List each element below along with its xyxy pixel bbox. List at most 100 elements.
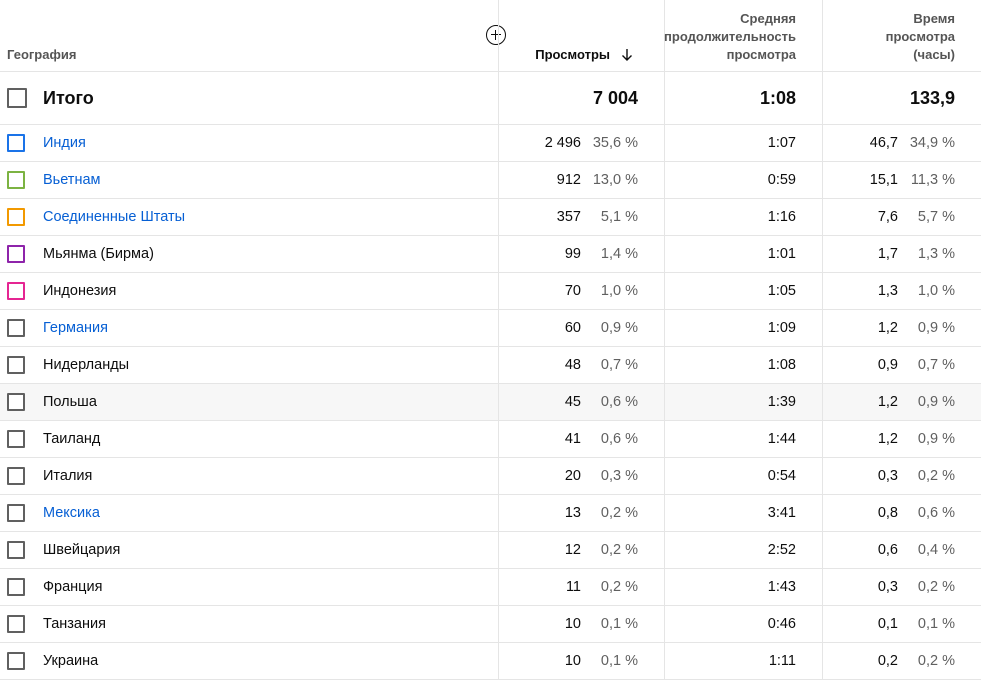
table-row[interactable]: Мексика 13 0,2 % 3:41 0,8 0,6 % (0, 495, 981, 532)
views-value: 357 (556, 209, 581, 225)
watch-time-cell: 0,3 0,2 % (822, 569, 981, 605)
geography-table: География Просмотры Средняя продолжитель… (0, 0, 981, 680)
country-name[interactable]: Вьетнам (43, 172, 101, 188)
views-value: 13 (564, 505, 581, 521)
country-name: Польша (43, 394, 97, 410)
views-value: 2 496 (544, 135, 581, 151)
watch-time-value: 46,7 (869, 135, 898, 151)
row-checkbox[interactable] (7, 430, 25, 448)
row-checkbox[interactable] (7, 356, 25, 374)
avg-duration-value: 1:43 (767, 579, 796, 595)
geo-cell: Германия (0, 310, 498, 346)
views-percent: 1,0 % (600, 283, 638, 299)
views-cell: 11 0,2 % (498, 569, 664, 605)
table-header: География Просмотры Средняя продолжитель… (0, 0, 981, 72)
avg-duration-value: 2:52 (767, 542, 796, 558)
watch-time-value: 0,9 (877, 357, 898, 373)
header-geography[interactable]: География (0, 0, 506, 71)
watch-time-percent: 0,6 % (917, 505, 955, 521)
row-checkbox[interactable] (7, 171, 25, 189)
header-watch-time[interactable]: Время просмотра (часы) (822, 0, 981, 71)
row-checkbox[interactable] (7, 615, 25, 633)
table-row[interactable]: Индия 2 496 35,6 % 1:07 46,7 34,9 % (0, 125, 981, 162)
table-row[interactable]: Польша 45 0,6 % 1:39 1,2 0,9 % (0, 384, 981, 421)
views-value: 11 (565, 579, 581, 595)
country-name: Таиланд (43, 431, 101, 447)
table-row[interactable]: Германия 60 0,9 % 1:09 1,2 0,9 % (0, 310, 981, 347)
avg-duration-cell: 0:54 (664, 458, 822, 494)
avg-duration-cell: 1:39 (664, 384, 822, 420)
views-percent: 13,0 % (592, 172, 638, 188)
row-checkbox[interactable] (7, 282, 25, 300)
row-checkbox[interactable] (7, 245, 25, 263)
row-checkbox[interactable] (7, 467, 25, 485)
row-checkbox[interactable] (7, 134, 25, 152)
watch-time-cell: 1,2 0,9 % (822, 384, 981, 420)
watch-time-percent: 0,9 % (917, 320, 955, 336)
watch-time-percent: 0,2 % (917, 579, 955, 595)
watch-time-value: 7,6 (877, 209, 898, 225)
country-name: Мьянма (Бирма) (43, 246, 154, 262)
views-cell: 99 1,4 % (498, 236, 664, 272)
country-name: Италия (43, 468, 93, 484)
header-geography-label: География (7, 47, 77, 62)
views-percent: 0,6 % (600, 431, 638, 447)
table-row[interactable]: Швейцария 12 0,2 % 2:52 0,6 0,4 % (0, 532, 981, 569)
views-value: 48 (564, 357, 581, 373)
views-percent: 0,1 % (600, 616, 638, 632)
row-checkbox[interactable] (7, 504, 25, 522)
table-row[interactable]: Нидерланды 48 0,7 % 1:08 0,9 0,7 % (0, 347, 981, 384)
total-views-cell: 7 004 (498, 72, 664, 124)
table-row[interactable]: Мьянма (Бирма) 99 1,4 % 1:01 1,7 1,3 % (0, 236, 981, 273)
row-checkbox[interactable] (7, 578, 25, 596)
watch-time-value: 1,3 (877, 283, 898, 299)
watch-time-cell: 0,3 0,2 % (822, 458, 981, 494)
avg-duration-cell: 1:44 (664, 421, 822, 457)
row-checkbox[interactable] (7, 319, 25, 337)
sort-arrow-down-icon[interactable] (620, 48, 634, 62)
watch-time-percent: 0,7 % (917, 357, 955, 373)
total-checkbox[interactable] (7, 88, 27, 108)
total-row: Итого 7 004 1:08 133,9 (0, 72, 981, 125)
watch-time-cell: 46,7 34,9 % (822, 125, 981, 161)
watch-time-value: 0,8 (877, 505, 898, 521)
table-row[interactable]: Италия 20 0,3 % 0:54 0,3 0,2 % (0, 458, 981, 495)
watch-time-cell: 0,9 0,7 % (822, 347, 981, 383)
country-name[interactable]: Индия (43, 135, 86, 151)
views-value: 99 (564, 246, 581, 262)
watch-time-value: 1,2 (877, 431, 898, 447)
watch-time-cell: 1,7 1,3 % (822, 236, 981, 272)
table-row[interactable]: Таиланд 41 0,6 % 1:44 1,2 0,9 % (0, 421, 981, 458)
geo-cell: Мьянма (Бирма) (0, 236, 498, 272)
table-row[interactable]: Танзания 10 0,1 % 0:46 0,1 0,1 % (0, 606, 981, 643)
views-cell: 60 0,9 % (498, 310, 664, 346)
country-name[interactable]: Соединенные Штаты (43, 209, 185, 225)
avg-duration-value: 0:54 (767, 468, 796, 484)
watch-time-value: 1,7 (877, 246, 898, 262)
header-views[interactable]: Просмотры (498, 0, 664, 71)
avg-duration-value: 1:16 (767, 209, 796, 225)
header-avg-duration[interactable]: Средняя продолжительность просмотра (664, 0, 822, 71)
views-cell: 41 0,6 % (498, 421, 664, 457)
table-row[interactable]: Индонезия 70 1,0 % 1:05 1,3 1,0 % (0, 273, 981, 310)
watch-time-value: 0,1 (877, 616, 898, 632)
row-checkbox[interactable] (7, 393, 25, 411)
views-percent: 0,7 % (600, 357, 638, 373)
table-row[interactable]: Франция 11 0,2 % 1:43 0,3 0,2 % (0, 569, 981, 606)
watch-time-value: 0,3 (877, 579, 898, 595)
country-name[interactable]: Германия (43, 320, 108, 336)
table-row[interactable]: Вьетнам 912 13,0 % 0:59 15,1 11,3 % (0, 162, 981, 199)
views-cell: 70 1,0 % (498, 273, 664, 309)
row-checkbox[interactable] (7, 541, 25, 559)
table-row[interactable]: Соединенные Штаты 357 5,1 % 1:16 7,6 5,7… (0, 199, 981, 236)
avg-duration-value: 0:46 (767, 616, 796, 632)
watch-time-value: 1,2 (877, 394, 898, 410)
watch-time-value: 0,3 (877, 468, 898, 484)
avg-duration-cell: 2:52 (664, 532, 822, 568)
views-percent: 0,9 % (600, 320, 638, 336)
country-name[interactable]: Мексика (43, 505, 100, 521)
row-checkbox[interactable] (7, 208, 25, 226)
row-checkbox[interactable] (7, 652, 25, 670)
geo-cell: Швейцария (0, 532, 498, 568)
table-row[interactable]: Украина 10 0,1 % 1:11 0,2 0,2 % (0, 643, 981, 680)
